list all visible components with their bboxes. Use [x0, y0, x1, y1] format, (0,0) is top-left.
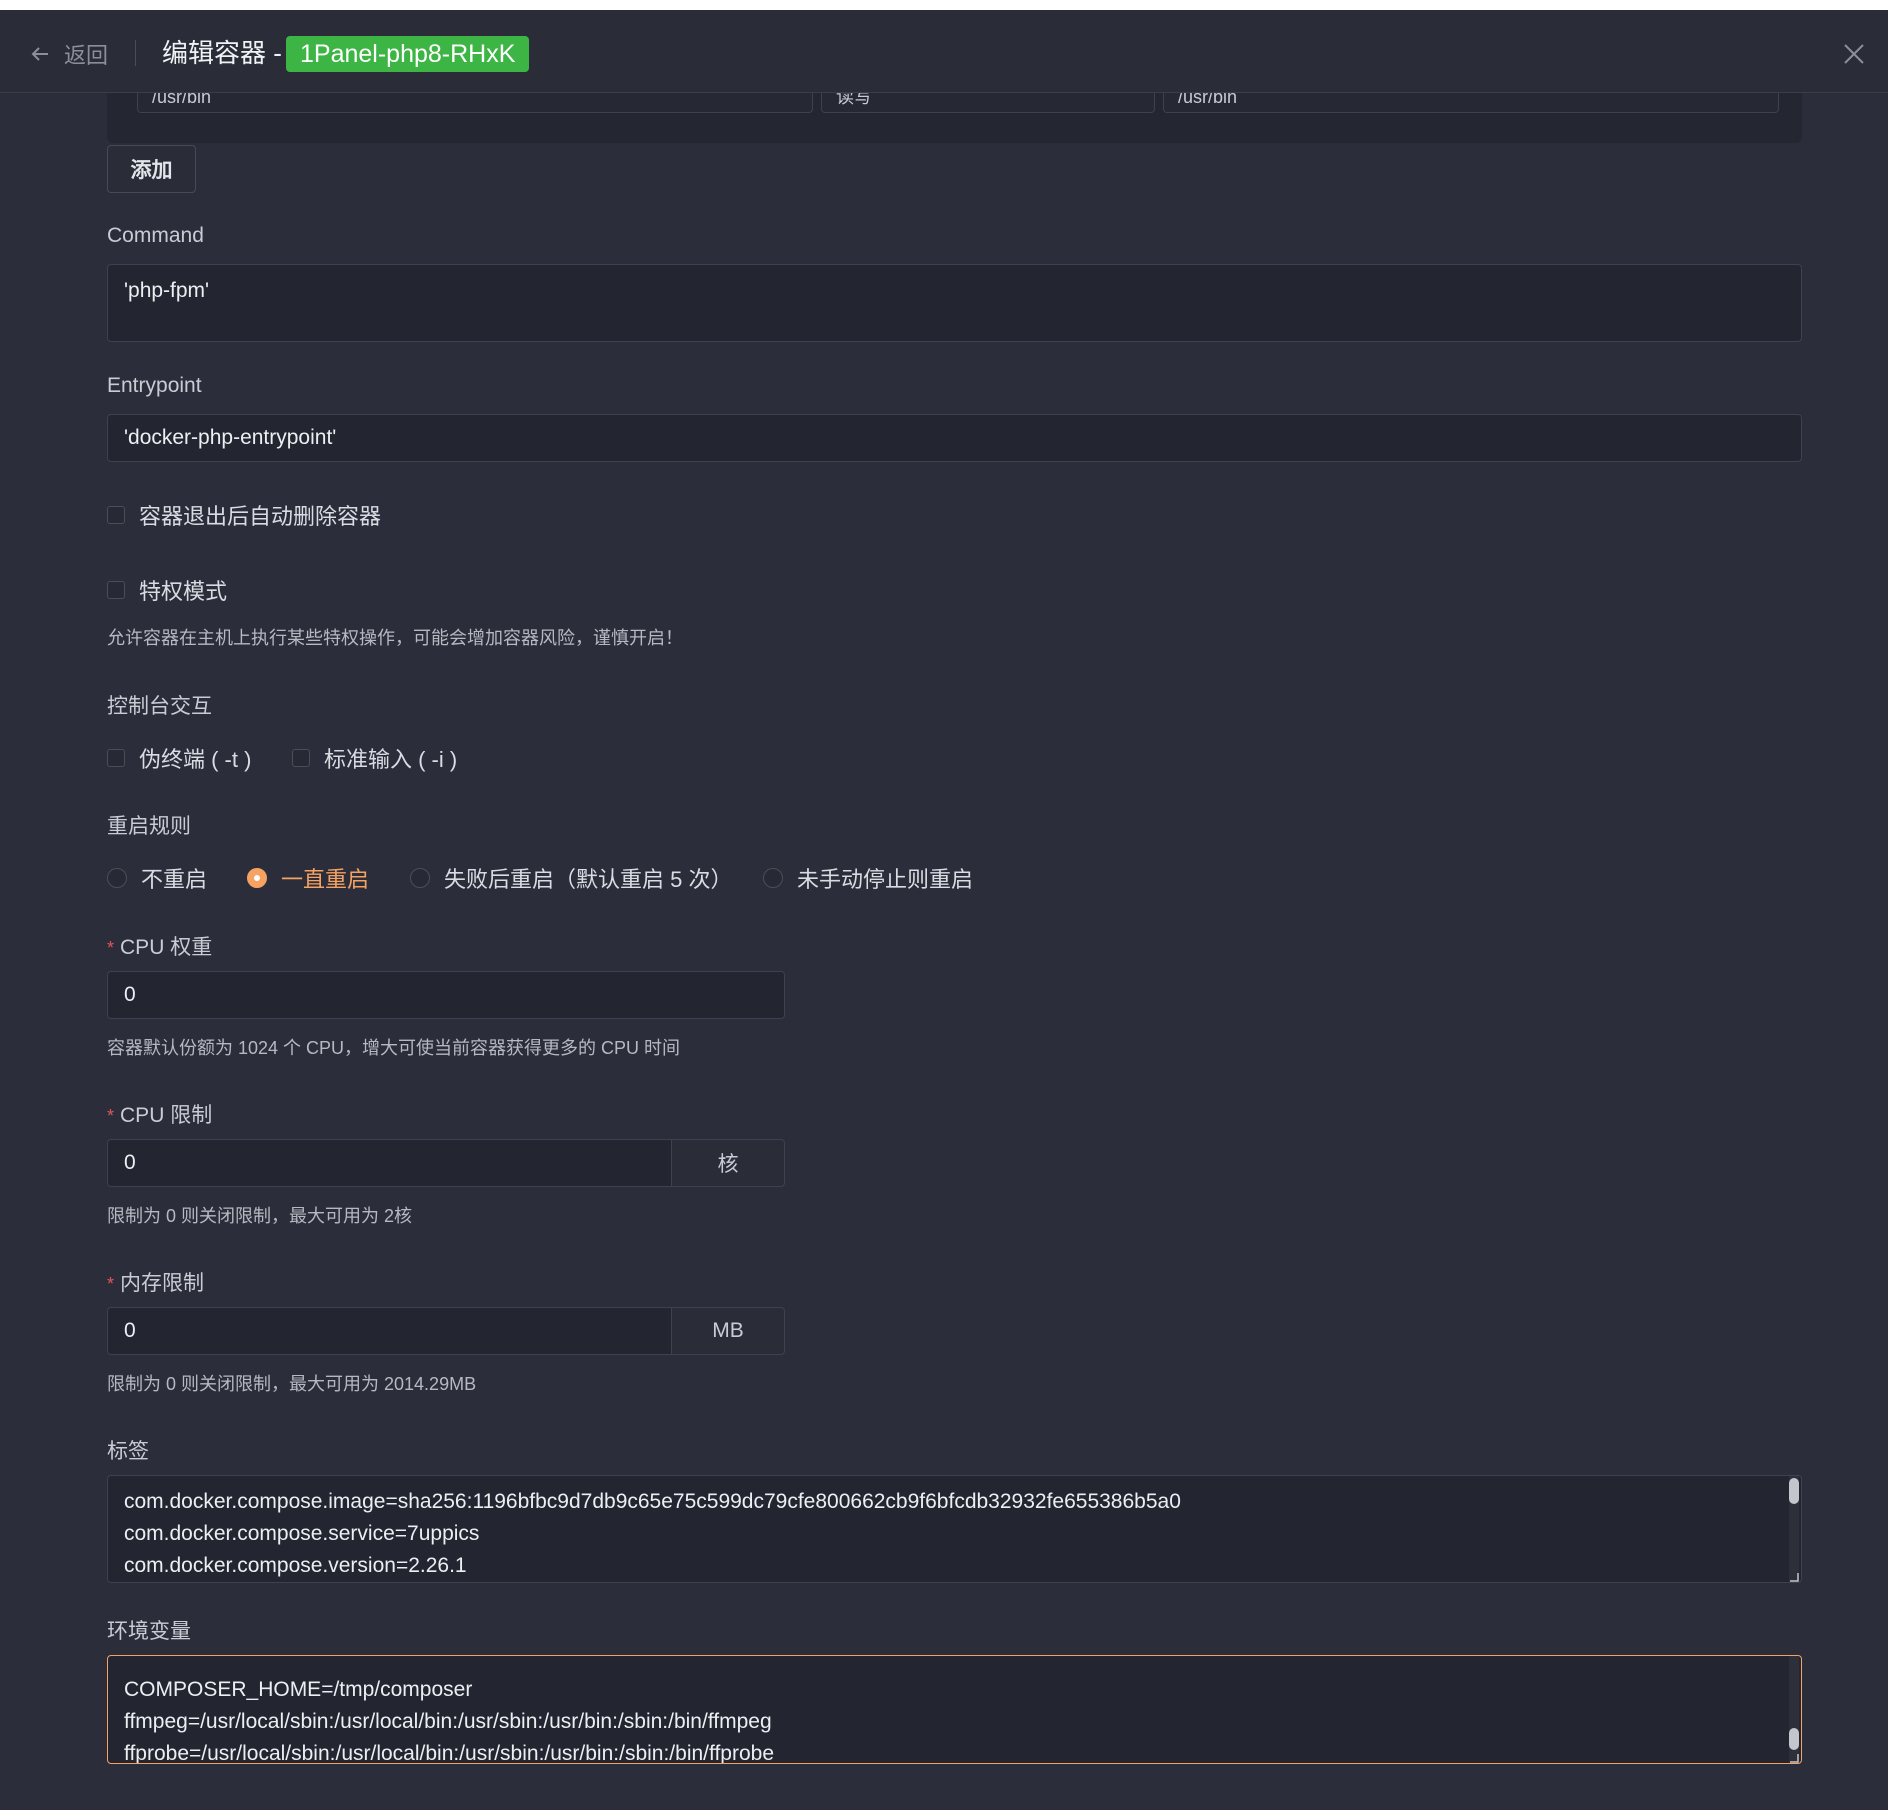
- labels-scrollbar[interactable]: [1789, 1476, 1799, 1582]
- container-path-input[interactable]: /usr/bin: [1163, 93, 1779, 113]
- memory-limit-input[interactable]: 0: [107, 1307, 672, 1355]
- checkbox-box: [292, 749, 310, 767]
- back-button[interactable]: 返回: [30, 38, 108, 70]
- container-name-tag: 1Panel-php8-RHxK: [286, 36, 530, 72]
- command-value: 'php-fpm': [124, 279, 210, 302]
- restart-option-label: 未手动停止则重启: [797, 867, 974, 892]
- privileged-label: 特权模式: [139, 579, 228, 604]
- command-label: Command: [107, 224, 204, 247]
- restart-option-label: 一直重启: [281, 867, 370, 892]
- add-button[interactable]: 添加: [107, 145, 196, 193]
- env-label: 环境变量: [107, 1620, 191, 1643]
- privileged-help: 允许容器在主机上执行某些特权操作，可能会增加容器风险，谨慎开启！: [107, 628, 683, 648]
- restart-option-label: 失败后重启（默认重启 5 次）: [444, 867, 733, 892]
- cpu-limit-input[interactable]: 0: [107, 1139, 672, 1187]
- tty-checkbox[interactable]: 伪终端 ( -t ): [107, 742, 251, 774]
- radio-circle: [410, 868, 430, 888]
- env-line: ffprobe=/usr/local/sbin:/usr/local/bin:/…: [124, 1742, 774, 1764]
- form-content: /usr/bin 读写 /usr/bin 添加 Command 'php-fpm…: [0, 93, 1888, 1810]
- env-scrollbar[interactable]: [1789, 1656, 1799, 1763]
- entrypoint-label: Entrypoint: [107, 374, 202, 397]
- memory-limit-help: 限制为 0 则关闭限制，最大可用为 2014.29MB: [107, 1374, 477, 1394]
- env-line: ffmpeg=/usr/local/sbin:/usr/local/bin:/u…: [124, 1710, 772, 1733]
- resize-handle-icon[interactable]: [1789, 1572, 1799, 1582]
- cpu-weight-value: 0: [124, 983, 136, 1006]
- command-textarea[interactable]: 'php-fpm': [107, 264, 1802, 342]
- volume-panel: /usr/bin 读写 /usr/bin: [107, 93, 1802, 143]
- mode-select[interactable]: 读写: [821, 93, 1155, 113]
- stdin-label: 标准输入 ( -i ): [324, 747, 458, 772]
- memory-limit-value: 0: [124, 1319, 136, 1342]
- cpu-weight-label: * CPU 权重: [107, 936, 213, 959]
- labels-label: 标签: [107, 1440, 149, 1463]
- restart-option-no[interactable]: 不重启: [107, 862, 207, 894]
- restart-label: 重启规则: [107, 815, 191, 838]
- restart-option-on-failure[interactable]: 失败后重启（默认重启 5 次）: [410, 862, 732, 894]
- console-label: 控制台交互: [107, 695, 212, 718]
- cpu-limit-label: * CPU 限制: [107, 1104, 213, 1127]
- entrypoint-value: 'docker-php-entrypoint': [124, 426, 337, 449]
- env-line: COMPOSER_HOME=/tmp/composer: [124, 1678, 473, 1701]
- cpu-limit-help: 限制为 0 则关闭限制，最大可用为 2核: [107, 1206, 413, 1226]
- env-textarea[interactable]: COMPOSER_HOME=/tmp/composer ffmpeg=/usr/…: [107, 1655, 1802, 1764]
- memory-limit-label: * 内存限制: [107, 1272, 205, 1295]
- labels-line: com.docker.compose.image=sha256:1196bfbc…: [124, 1490, 1181, 1513]
- resize-handle-icon[interactable]: [1789, 1753, 1799, 1763]
- radio-circle: [107, 868, 127, 888]
- labels-line: com.docker.compose.service=7uppics: [124, 1522, 480, 1545]
- env-scroll-thumb[interactable]: [1789, 1728, 1799, 1750]
- host-path-input[interactable]: /usr/bin: [137, 93, 813, 113]
- labels-line: com.docker.compose.version=2.26.1: [124, 1554, 467, 1577]
- checkbox-box: [107, 749, 125, 767]
- cpu-weight-help: 容器默认份额为 1024 个 CPU，增大可使当前容器获得更多的 CPU 时间: [107, 1038, 681, 1058]
- stdin-checkbox[interactable]: 标准输入 ( -i ): [292, 742, 457, 774]
- radio-circle: [763, 868, 783, 888]
- page-title: 编辑容器 -: [162, 38, 282, 68]
- labels-textarea[interactable]: com.docker.compose.image=sha256:1196bfbc…: [107, 1475, 1802, 1583]
- privileged-checkbox[interactable]: 特权模式: [107, 574, 227, 606]
- cpu-weight-input[interactable]: 0: [107, 971, 785, 1019]
- labels-scroll-thumb[interactable]: [1789, 1478, 1799, 1504]
- restart-option-label: 不重启: [141, 867, 208, 892]
- entrypoint-input[interactable]: 'docker-php-entrypoint': [107, 414, 1802, 462]
- memory-limit-unit: MB: [672, 1307, 785, 1355]
- restart-option-always[interactable]: 一直重启: [247, 862, 369, 894]
- top-strip: [0, 0, 1888, 10]
- auto-remove-checkbox[interactable]: 容器退出后自动删除容器: [107, 499, 381, 531]
- drawer-header: 返回 编辑容器 - 1Panel-php8-RHxK: [0, 10, 1888, 93]
- arrow-left-icon: [31, 47, 48, 61]
- header-divider: [135, 40, 136, 66]
- auto-remove-label: 容器退出后自动删除容器: [139, 504, 382, 529]
- cpu-limit-value: 0: [124, 1151, 136, 1174]
- back-label: 返回: [64, 43, 109, 68]
- tty-label: 伪终端 ( -t ): [139, 747, 252, 772]
- close-icon[interactable]: [1840, 40, 1868, 68]
- checkbox-box: [107, 506, 125, 524]
- radio-circle-selected: [247, 868, 267, 888]
- restart-option-unless-stopped[interactable]: 未手动停止则重启: [763, 862, 973, 894]
- cpu-limit-unit: 核: [672, 1139, 785, 1187]
- checkbox-box: [107, 581, 125, 599]
